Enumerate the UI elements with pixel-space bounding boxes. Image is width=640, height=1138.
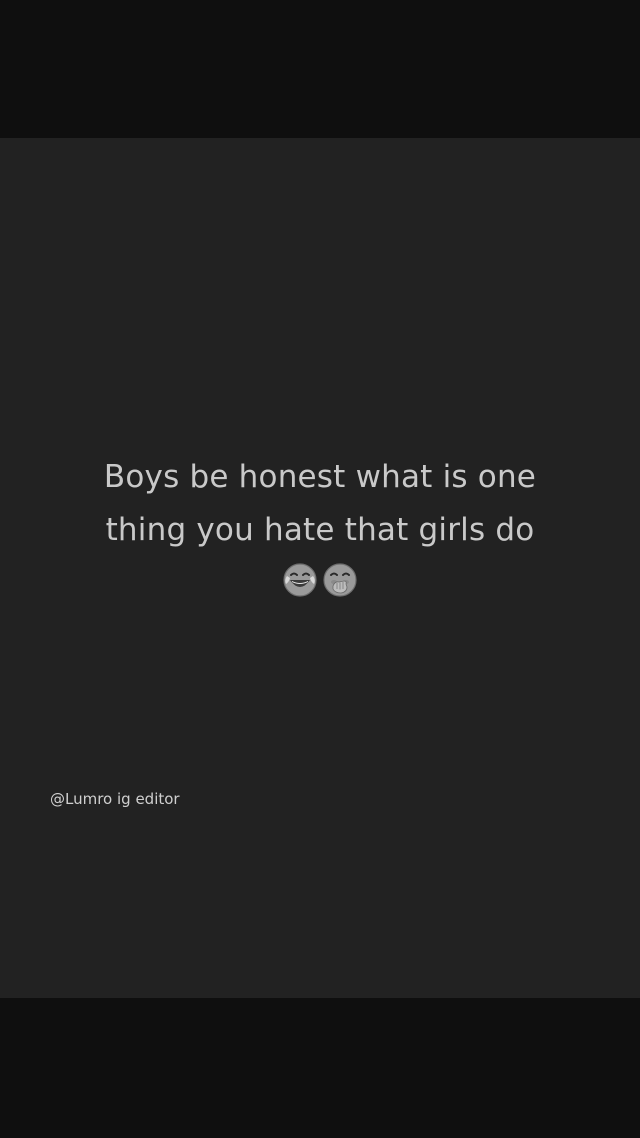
tears-of-joy-icon [283, 563, 317, 597]
post-card: Boys be honest what is one thing you hat… [0, 138, 640, 998]
post-text: Boys be honest what is one thing you hat… [60, 451, 580, 557]
letterbox-top [0, 0, 640, 138]
post-text-line-1: Boys be honest what is one [103, 459, 537, 495]
emoji-row [0, 562, 640, 602]
video-frame: Boys be honest what is one thing you hat… [0, 0, 640, 1138]
post-text-line-2: thing you hate that girls do [105, 512, 535, 548]
watermark-credit: @Lumro ig editor [50, 790, 180, 808]
letterbox-bottom [0, 998, 640, 1138]
hand-over-mouth-icon [323, 563, 357, 597]
